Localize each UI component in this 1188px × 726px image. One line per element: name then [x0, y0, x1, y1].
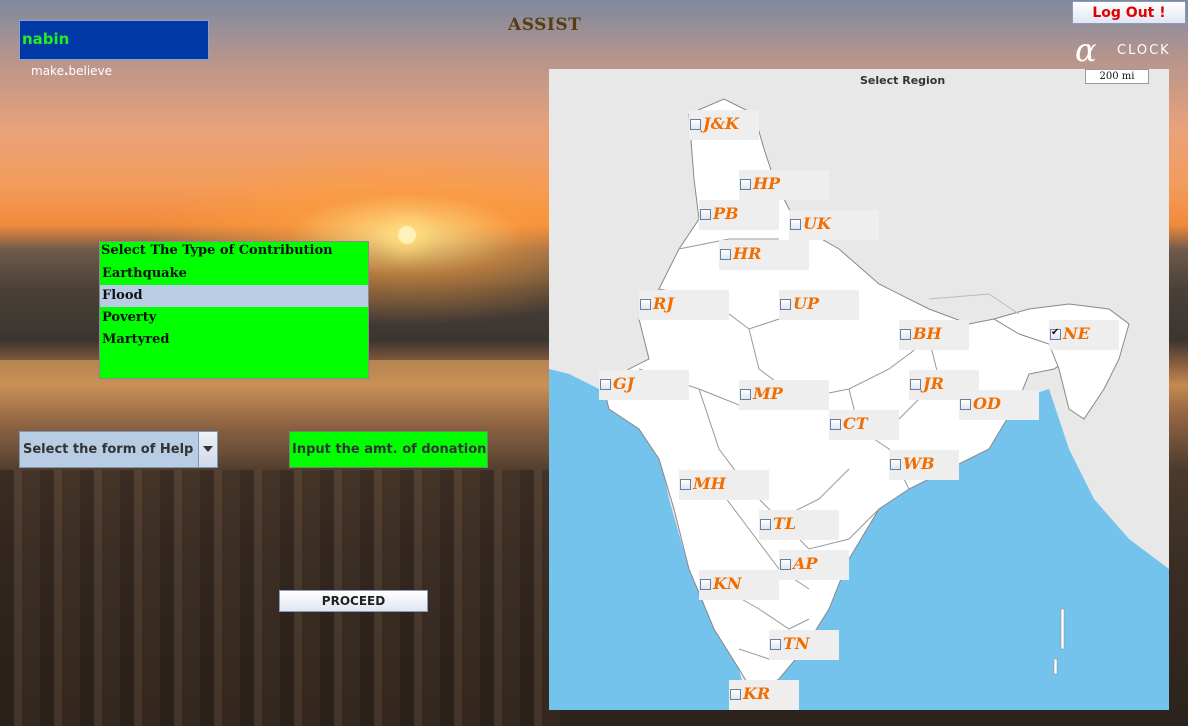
region-checkbox[interactable]	[1050, 327, 1061, 340]
region-checkbox[interactable]	[760, 519, 771, 530]
region-checkbox[interactable]	[770, 639, 781, 650]
region-tl[interactable]: TL	[759, 510, 839, 540]
region-checkbox[interactable]	[740, 389, 751, 400]
region-label: OD	[973, 394, 1001, 413]
region-ap[interactable]: AP	[779, 550, 849, 580]
region-label: WB	[903, 454, 935, 473]
region-label: JR	[923, 374, 944, 393]
contribution-option-flood[interactable]: Flood	[100, 285, 368, 307]
region-checkbox[interactable]	[830, 419, 841, 430]
background-sun	[398, 226, 416, 244]
region-checkbox[interactable]	[700, 209, 711, 220]
region-checkbox[interactable]	[680, 479, 691, 490]
region-up[interactable]: UP	[779, 290, 859, 320]
region-checkbox[interactable]	[780, 559, 791, 570]
user-name-box: nabin	[19, 20, 209, 60]
region-ne[interactable]: NE	[1049, 320, 1119, 350]
region-tn[interactable]: TN	[769, 630, 839, 660]
region-map[interactable]: Select Region 200 mi J&K HP PB UK HR RJ …	[549, 69, 1169, 710]
clock-logo: α CLOCK	[1075, 31, 1169, 69]
region-pb[interactable]: PB	[699, 200, 779, 230]
region-label: PB	[713, 204, 739, 223]
region-checkbox[interactable]	[740, 179, 751, 190]
proceed-button[interactable]: PROCEED	[279, 590, 428, 612]
region-label: TL	[773, 514, 797, 533]
contribution-option-martyred[interactable]: Martyred	[100, 329, 368, 351]
region-bh[interactable]: BH	[899, 320, 969, 350]
region-label: UP	[793, 294, 819, 313]
contribution-type-list[interactable]: Select The Type of Contribution Earthqua…	[99, 241, 369, 379]
region-label: BH	[913, 324, 942, 343]
region-mh[interactable]: MH	[679, 470, 769, 500]
region-checkbox[interactable]	[960, 399, 971, 410]
region-checkbox[interactable]	[900, 329, 911, 340]
region-label: KN	[713, 574, 742, 593]
region-wb[interactable]: WB	[889, 450, 959, 480]
region-label: J&K	[703, 114, 739, 133]
region-checkbox[interactable]	[720, 249, 731, 260]
region-label: MH	[693, 474, 726, 493]
region-label: HP	[753, 174, 781, 193]
region-checkbox[interactable]	[690, 119, 701, 130]
region-kn[interactable]: KN	[699, 570, 779, 600]
region-label: NE	[1063, 324, 1090, 343]
contribution-option-earthquake[interactable]: Earthquake	[100, 263, 368, 285]
region-jk[interactable]: J&K	[689, 110, 759, 140]
region-label: HR	[733, 244, 762, 263]
region-checkbox[interactable]	[790, 219, 801, 230]
region-checkbox[interactable]	[600, 379, 611, 390]
region-checkbox[interactable]	[910, 379, 921, 390]
region-label: RJ	[653, 294, 674, 313]
alpha-icon: α	[1075, 31, 1097, 69]
contribution-list-header: Select The Type of Contribution	[101, 243, 333, 258]
region-checkbox[interactable]	[700, 579, 711, 590]
app-title: ASSIST	[508, 15, 582, 35]
donation-amount-input[interactable]: Input the amt. of donation	[289, 431, 488, 468]
region-checkbox[interactable]	[780, 299, 791, 310]
region-hr[interactable]: HR	[719, 240, 809, 270]
region-label: MP	[753, 384, 783, 403]
clock-label: CLOCK	[1117, 43, 1171, 58]
region-label: GJ	[613, 374, 635, 393]
logout-button[interactable]: Log Out !	[1072, 1, 1186, 24]
chevron-down-icon	[203, 446, 213, 452]
region-od[interactable]: OD	[959, 390, 1039, 420]
region-checkbox[interactable]	[730, 689, 741, 700]
region-uk[interactable]: UK	[789, 210, 879, 240]
region-checkbox[interactable]	[890, 459, 901, 470]
region-label: TN	[783, 634, 810, 653]
help-form-select-label: Select the form of Help	[23, 442, 194, 457]
region-ct[interactable]: CT	[829, 410, 899, 440]
region-label: UK	[803, 214, 831, 233]
brand-tagline: make.believe	[31, 64, 112, 78]
region-mp[interactable]: MP	[739, 380, 829, 410]
tagline-post: believe	[68, 64, 113, 78]
help-form-select[interactable]: Select the form of Help	[19, 431, 218, 468]
user-name: nabin	[22, 30, 70, 48]
region-gj[interactable]: GJ	[599, 370, 689, 400]
region-label: AP	[793, 554, 818, 573]
region-hp[interactable]: HP	[739, 170, 829, 200]
region-checkbox[interactable]	[640, 299, 651, 310]
region-label: KR	[743, 684, 771, 703]
region-kr[interactable]: KR	[729, 680, 799, 710]
region-label: CT	[843, 414, 868, 433]
tagline-pre: make	[31, 64, 64, 78]
region-rj[interactable]: RJ	[639, 290, 729, 320]
contribution-option-poverty[interactable]: Poverty	[100, 307, 368, 329]
map-title: Select Region	[860, 74, 946, 87]
map-scale: 200 mi	[1085, 69, 1149, 84]
dropdown-arrow-button[interactable]	[198, 432, 217, 467]
